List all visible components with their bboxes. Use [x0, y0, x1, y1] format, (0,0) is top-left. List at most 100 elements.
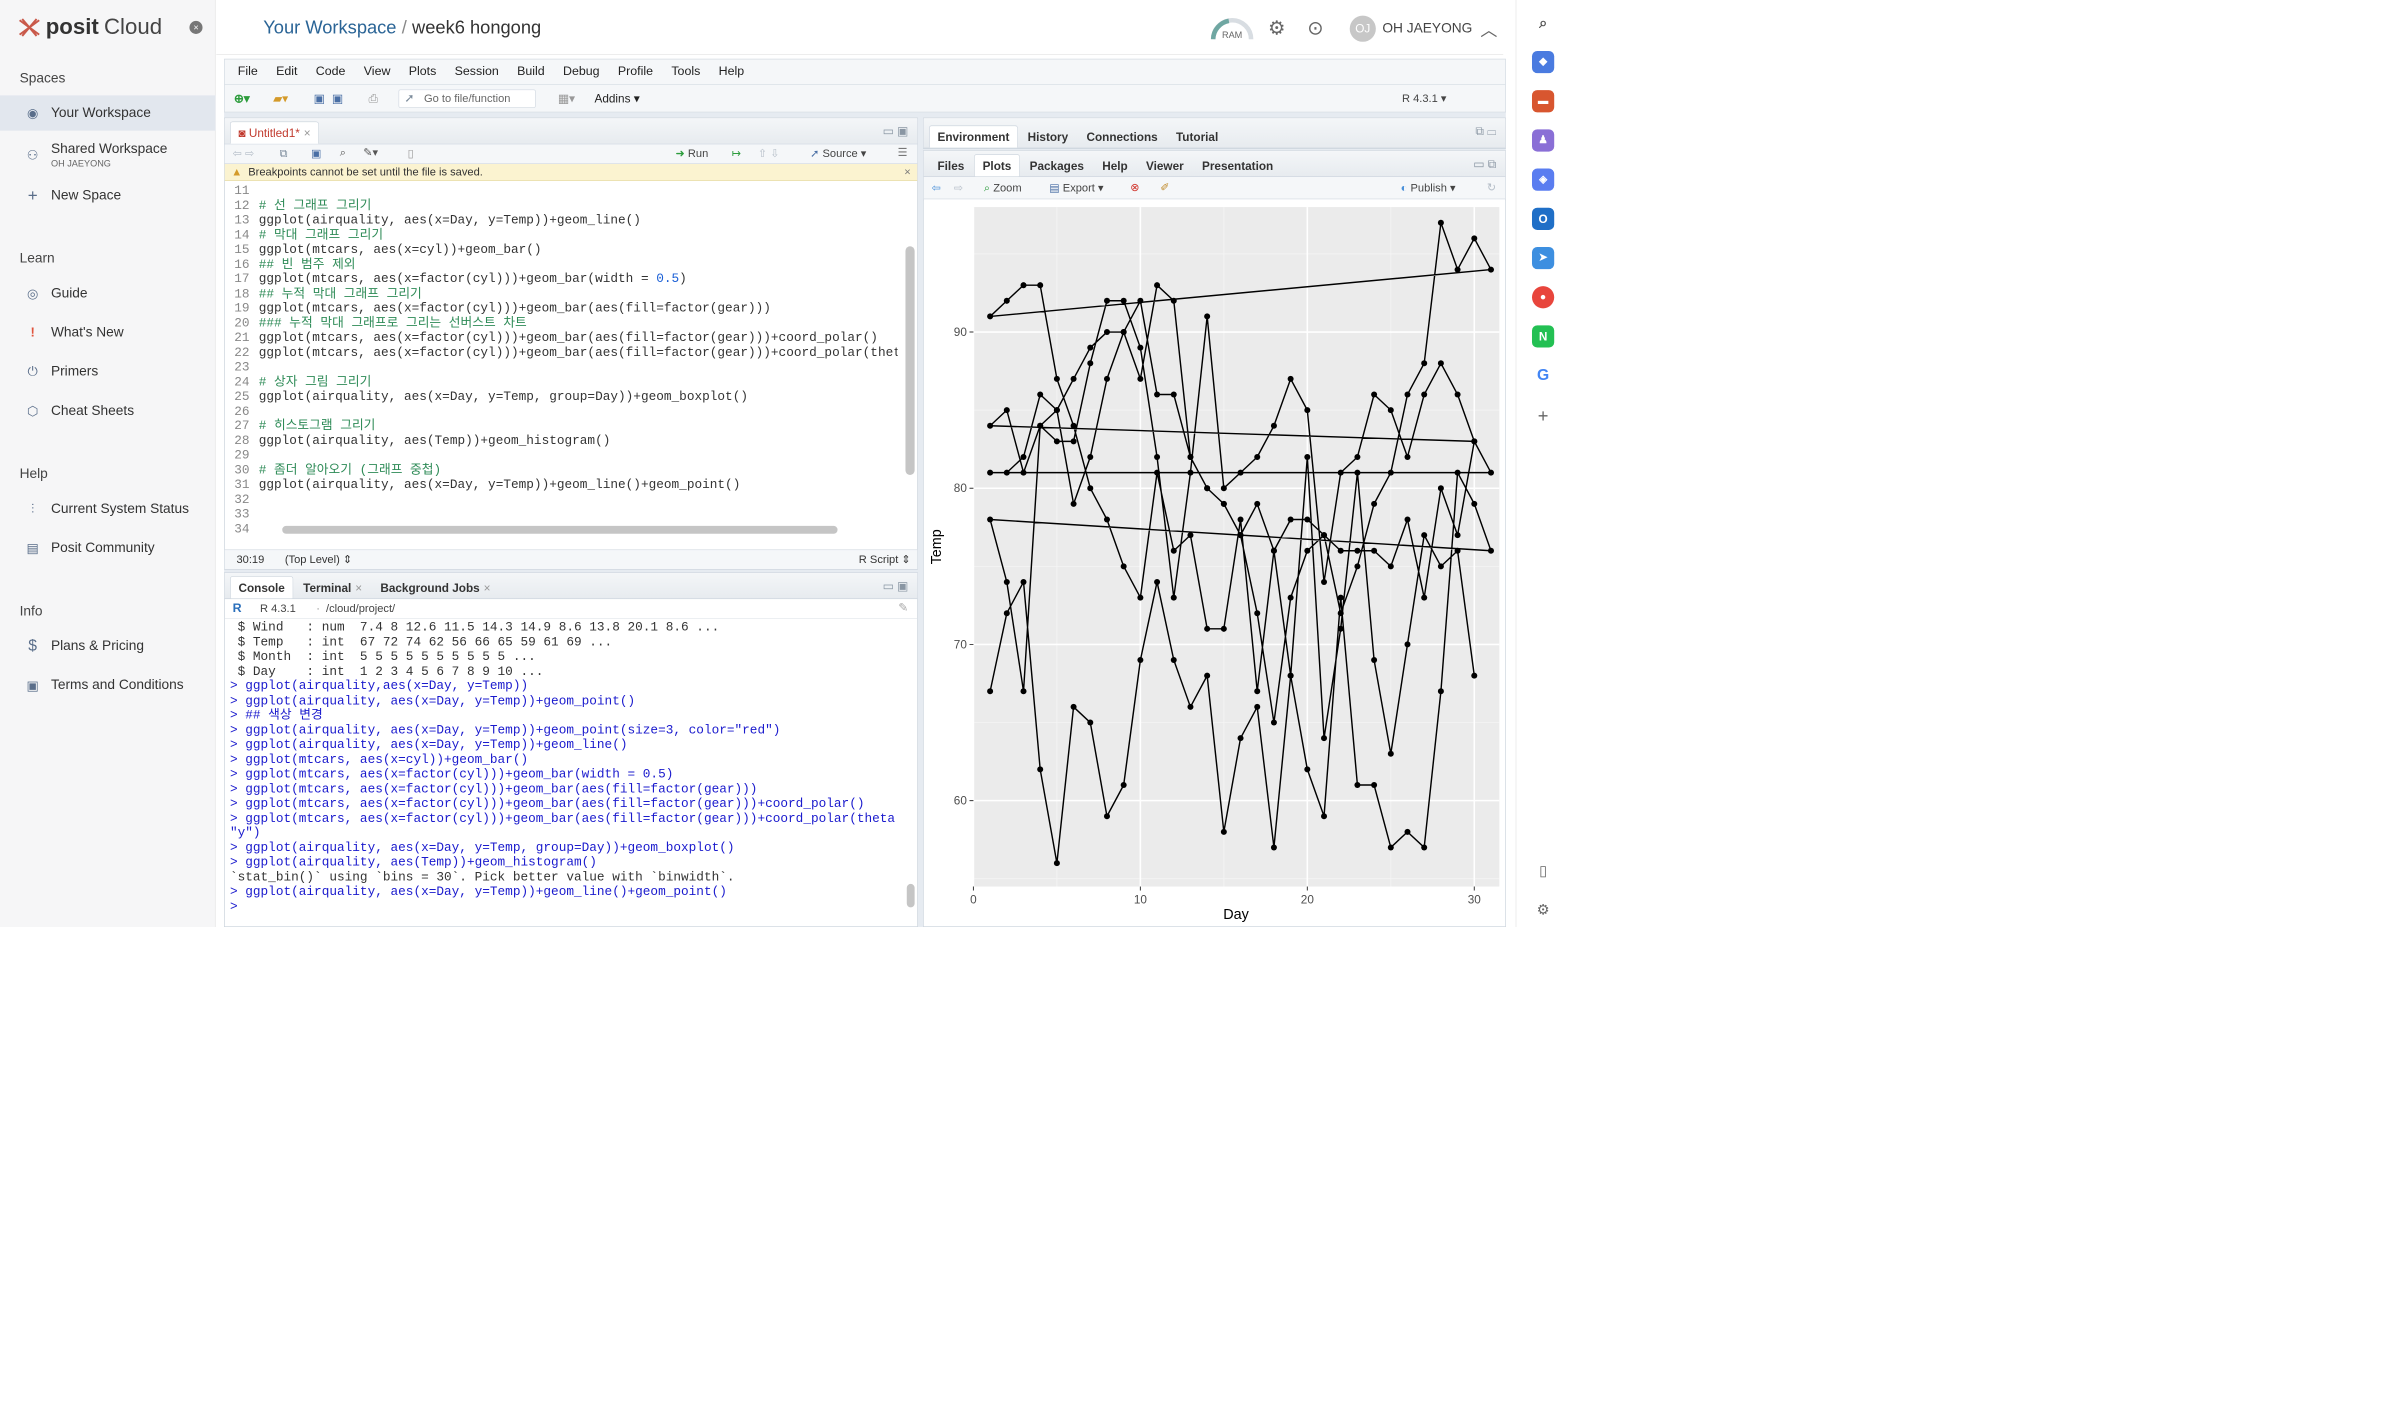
sidebar-item-whats-new[interactable]: ! What's New — [0, 315, 216, 350]
settings-gear-icon[interactable]: ⚙ — [1268, 17, 1286, 40]
zoom-button[interactable]: ⌕ Zoom — [984, 182, 1022, 195]
grid-layout-icon[interactable]: ▦▾ — [558, 90, 575, 107]
briefcase-icon[interactable]: ▬ — [1531, 90, 1555, 113]
previous-plot-icon[interactable]: ⇦ — [932, 182, 941, 195]
maximize-pane-icon[interactable]: ▭ ▣ — [883, 125, 908, 139]
breadcrumb-workspace-link[interactable]: Your Workspace — [263, 17, 396, 37]
notebook-icon[interactable]: ▯ — [408, 147, 414, 160]
sidebar-item-primers[interactable]: ⏻ Primers — [0, 354, 216, 389]
naver-icon[interactable]: N — [1531, 325, 1555, 348]
clear-plots-broom-icon[interactable]: ✐ — [1160, 181, 1169, 194]
restore-pane-icon[interactable]: ⧉ ▭ — [1475, 125, 1496, 139]
tab-terminal[interactable]: Terminal × — [295, 576, 371, 598]
tab-help[interactable]: Help — [1094, 154, 1136, 176]
run-button[interactable]: ➜ Run — [676, 147, 709, 160]
sidebar-item-community[interactable]: ▤ Posit Community — [0, 530, 216, 565]
gear-icon[interactable]: ⚙ — [1532, 899, 1554, 921]
tab-environment[interactable]: Environment — [928, 125, 1018, 148]
r-version-menu[interactable]: R 4.3.1 ▾ — [1402, 90, 1446, 107]
filetype-selector[interactable]: R Script ⇕ — [859, 550, 911, 570]
chunk-nav-icon[interactable]: ⇧ ⇩ — [758, 147, 780, 160]
menu-session[interactable]: Session — [455, 65, 499, 79]
menu-tools[interactable]: Tools — [671, 65, 700, 79]
tab-history[interactable]: History — [1019, 125, 1077, 147]
tab-presentation[interactable]: Presentation — [1193, 154, 1281, 176]
outlook-icon[interactable]: O — [1531, 207, 1555, 230]
search-icon[interactable]: ⌕ — [1532, 12, 1554, 34]
refresh-plot-icon[interactable]: ↻ — [1487, 181, 1496, 194]
new-space-button[interactable]: + New Space — [0, 178, 216, 213]
next-plot-icon[interactable]: ⇨ — [954, 182, 963, 195]
working-directory[interactable]: /cloud/project/ — [326, 602, 395, 615]
close-sidebar-button[interactable]: × — [189, 20, 203, 34]
console-output[interactable]: $ Wind : num 7.4 8 12.6 11.5 14.3 14.9 8… — [230, 620, 903, 924]
open-folder-icon[interactable]: ▰▾ — [273, 90, 288, 107]
addins-menu[interactable]: Addins ▾ — [595, 90, 640, 107]
sidebar-item-guide[interactable]: ◎ Guide — [0, 276, 216, 311]
app-icon[interactable]: ● — [1531, 286, 1555, 309]
tab-connections[interactable]: Connections — [1078, 125, 1166, 147]
tab-viewer[interactable]: Viewer — [1137, 154, 1192, 176]
sidebar-item-plans-pricing[interactable]: $ Plans & Pricing — [0, 628, 216, 663]
editor-horizontal-scrollbar[interactable] — [282, 525, 838, 534]
remove-plot-icon[interactable]: ⊗ — [1130, 181, 1139, 194]
close-tab-icon[interactable]: × — [355, 581, 362, 594]
save-icon[interactable]: ▣ — [311, 147, 321, 160]
tab-untitled1[interactable]: ◙ Untitled1* × — [229, 121, 320, 144]
editor-vertical-scrollbar[interactable] — [905, 246, 915, 475]
menu-help[interactable]: Help — [719, 65, 745, 79]
tab-console[interactable]: Console — [229, 576, 294, 599]
console-scrollbar[interactable] — [906, 883, 915, 908]
outline-icon[interactable]: ☰ — [898, 146, 908, 159]
export-button[interactable]: ▤ Export ▾ — [1049, 182, 1103, 195]
back-forward-icon[interactable]: ⇦ ⇨ — [233, 147, 255, 160]
tab-packages[interactable]: Packages — [1021, 154, 1092, 176]
close-warning-icon[interactable]: × — [904, 164, 910, 181]
rerun-icon[interactable]: ↦ — [732, 147, 741, 160]
menu-debug[interactable]: Debug — [563, 65, 600, 79]
sidebar-item-system-status[interactable]: ⫶ Current System Status — [0, 491, 216, 526]
clear-console-icon[interactable]: ✎ — [898, 601, 908, 615]
tab-plots[interactable]: Plots — [974, 154, 1020, 177]
tab-background-jobs[interactable]: Background Jobs × — [372, 576, 499, 598]
chess-icon[interactable]: ♟ — [1531, 129, 1555, 152]
save-all-icon[interactable]: ▣ — [332, 90, 343, 107]
tab-tutorial[interactable]: Tutorial — [1167, 125, 1226, 147]
publish-button[interactable]: ◐ Publish ▾ — [1401, 182, 1456, 195]
maximize-pane-icon[interactable]: ▭ ▣ — [883, 579, 908, 593]
source-button[interactable]: ➚ Source ▾ — [810, 147, 866, 160]
add-icon[interactable]: + — [1532, 405, 1554, 427]
magic-wand-icon[interactable]: ✎▾ — [363, 146, 378, 159]
more-options-icon[interactable]: ⊙ — [1307, 17, 1323, 40]
menu-view[interactable]: View — [364, 65, 391, 79]
sidebar-item-your-workspace[interactable]: ◉ Your Workspace — [0, 95, 216, 131]
sidebar-item-cheat-sheets[interactable]: ⬡ Cheat Sheets — [0, 393, 216, 428]
ram-gauge-icon[interactable]: RAM — [1209, 14, 1255, 41]
tag-icon[interactable]: ◆ — [1531, 50, 1555, 74]
sidebar-item-terms[interactable]: ▣ Terms and Conditions — [0, 668, 216, 703]
menu-code[interactable]: Code — [316, 65, 346, 79]
code-editor[interactable]: 11 12 # 선 그래프 그리기 13 ggplot(airquality, aes(… — [225, 184, 897, 537]
restore-pane-icon[interactable]: ▭ ⧉ — [1473, 157, 1496, 171]
goto-file-input[interactable]: ➚ Go to file/function — [398, 89, 536, 108]
menu-profile[interactable]: Profile — [618, 65, 653, 79]
save-icon[interactable]: ▣ — [314, 90, 325, 107]
sidebar-item-shared-workspace[interactable]: ⚇ Shared Workspace OH JAEYONG — [0, 135, 216, 176]
menu-file[interactable]: File — [238, 65, 258, 79]
close-tab-icon[interactable]: × — [304, 127, 311, 140]
menu-edit[interactable]: Edit — [276, 65, 297, 79]
scope-selector[interactable]: (Top Level) ⇕ — [285, 550, 352, 570]
menu-build[interactable]: Build — [517, 65, 545, 79]
close-tab-icon[interactable]: × — [484, 581, 491, 594]
user-menu[interactable]: OJ OH JAEYONG — [1349, 15, 1472, 42]
show-in-window-icon[interactable]: ⧉ — [280, 147, 288, 160]
google-icon[interactable]: G — [1532, 365, 1554, 387]
copilot-icon[interactable]: ◈ — [1531, 168, 1555, 191]
sidebar-toggle-icon[interactable]: ▯ — [1532, 860, 1554, 882]
new-file-icon[interactable]: ⊕▾ — [234, 90, 250, 107]
chevron-up-icon[interactable]: ︿ — [1480, 17, 1497, 41]
find-icon[interactable]: ⌕ — [340, 146, 346, 159]
posit-cloud-logo[interactable]: posit Cloud — [18, 14, 162, 39]
tab-files[interactable]: Files — [929, 154, 973, 176]
send-icon[interactable]: ➤ — [1531, 246, 1555, 270]
